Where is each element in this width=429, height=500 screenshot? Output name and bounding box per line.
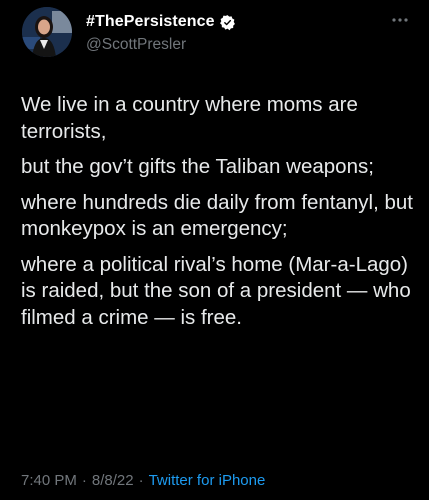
tweet-paragraph: where hundreds die daily from fentanyl, … — [21, 190, 414, 241]
separator: · — [138, 472, 144, 489]
tweet-source-link[interactable]: Twitter for iPhone — [149, 472, 266, 489]
handle[interactable]: @ScottPresler — [86, 36, 186, 54]
tweet-date[interactable]: 8/8/22 — [92, 472, 134, 489]
tweet-text: We live in a country where moms are terr… — [21, 92, 413, 340]
tweet-paragraph: where a political rival’s home (Mar-a-La… — [21, 252, 411, 329]
display-name[interactable]: #ThePersistence — [86, 13, 215, 31]
avatar[interactable] — [22, 7, 72, 57]
avatar-image — [22, 7, 72, 57]
verified-badge-icon — [219, 14, 236, 31]
tweet-time[interactable]: 7:40 PM — [21, 472, 77, 489]
tweet-header: #ThePersistence @ScottPresler — [0, 0, 429, 72]
tweet-paragraph: but the gov’t gifts the Taliban weapons; — [21, 155, 374, 178]
tweet-metadata: 7:40 PM · 8/8/22 · Twitter for iPhone — [21, 472, 265, 489]
more-options-icon[interactable] — [389, 10, 411, 30]
name-row: #ThePersistence — [86, 13, 236, 31]
tweet-paragraph: We live in a country where moms are terr… — [21, 93, 358, 143]
separator: · — [81, 472, 87, 489]
